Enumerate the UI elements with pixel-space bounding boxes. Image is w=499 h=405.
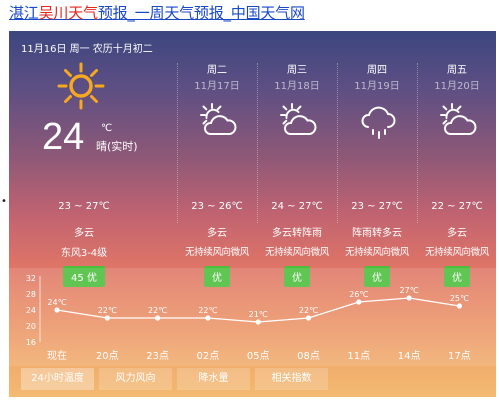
y-tick-label: 24	[26, 306, 36, 315]
day-wind: 无持续风向微风	[345, 247, 409, 258]
temperature-point	[356, 299, 362, 305]
x-tick-label: 14点	[398, 350, 421, 362]
today-panel: 24 ℃ 晴(实时) 23 ~ 27℃ 多云 东风3-4级 45 优	[9, 61, 159, 291]
temperature-unit: ℃	[101, 123, 113, 134]
day-temp-range: 23 ~ 26℃	[191, 201, 243, 212]
x-tick-label: 23点	[146, 350, 169, 362]
temperature-data-label: 26℃	[349, 290, 368, 299]
forecast-day-tue[interactable]: 周二 11月17日 23 ~ 26℃ 多云 无持续风向微风 优	[177, 61, 257, 287]
realtime-condition: 晴(实时)	[96, 140, 138, 153]
temperature-data-label: 21℃	[249, 310, 268, 319]
y-tick-label: 16	[26, 338, 36, 347]
x-tick-label: 05点	[247, 350, 270, 362]
partly-cloudy-icon	[200, 103, 237, 136]
x-tick-label: 08点	[297, 350, 320, 362]
day-wind: 无持续风向微风	[265, 247, 329, 258]
forecast-day-fri[interactable]: 周五 11月20日 22 ~ 27℃ 多云 无持续风向微风 优	[417, 61, 496, 287]
temperature-point	[205, 315, 211, 321]
day-wind: 无持续风向微风	[185, 247, 249, 258]
day-temp-range: 22 ~ 27℃	[431, 201, 483, 212]
temperature-point	[406, 295, 412, 301]
day-wind: 无持续风向微风	[425, 247, 489, 258]
day-date: 11月17日	[194, 81, 240, 92]
partly-cloudy-icon	[280, 103, 317, 136]
temperature-data-label: 22℃	[148, 306, 167, 315]
weather-card: 11月16日 周一 农历十月初二 24 ℃ 晴(实时) 23 ~ 27℃ 多云 …	[9, 31, 496, 397]
title-rest: 预报_一周天气预报_中国天气网	[97, 4, 305, 22]
day-name: 周四	[367, 65, 387, 76]
hourly-temperature-chart: 32 28 24 20 16 24℃ 现在 22℃ 20点 22℃ 23点 22℃ 02点 21℃ 05点 2…	[26, 274, 471, 362]
temperature-point	[54, 307, 60, 313]
day-condition: 阵雨转多云	[352, 228, 402, 239]
day-temp-range: 24 ~ 27℃	[271, 201, 323, 212]
temperature-data-label: 22℃	[98, 306, 117, 315]
partly-cloudy-icon	[440, 103, 477, 136]
day-condition: 多云	[447, 228, 467, 239]
y-tick-label: 28	[26, 290, 36, 299]
day-condition: 多云	[207, 228, 227, 239]
day-date: 11月20日	[434, 81, 480, 92]
x-tick-label: 02点	[197, 350, 220, 362]
day-temp-range: 23 ~ 27℃	[351, 201, 403, 212]
day-name: 周三	[287, 65, 307, 76]
rain-cloud-icon	[361, 106, 396, 139]
date-line: 11月16日 周一 农历十月初二	[21, 44, 153, 55]
current-temperature: 24	[42, 116, 85, 158]
day-condition: 多云转阵雨	[272, 228, 322, 239]
temperature-point	[456, 303, 462, 309]
temperature-point	[155, 315, 161, 321]
y-tick-label: 32	[26, 274, 36, 283]
x-tick-label: 11点	[347, 350, 370, 362]
today-temp-range: 23 ~ 27℃	[58, 201, 110, 212]
tab-related-index[interactable]: 相关指数	[255, 368, 328, 390]
day-name: 周五	[447, 65, 467, 76]
today-wind: 东风3-4级	[60, 248, 108, 259]
temperature-data-label: 22℃	[198, 306, 217, 315]
temperature-data-label: 24℃	[47, 298, 66, 307]
y-tick-label: 20	[26, 322, 36, 331]
temperature-data-label: 25℃	[450, 294, 469, 303]
tab-wind[interactable]: 风力风向	[99, 368, 172, 390]
list-bullet: •	[1, 196, 7, 207]
tab-precipitation[interactable]: 降水量	[177, 368, 250, 390]
forecast-day-wed[interactable]: 周三 11月18日 24 ~ 27℃ 多云转阵雨 无持续风向微风 优	[257, 61, 337, 287]
x-tick-label: 20点	[96, 350, 119, 362]
temperature-point	[104, 315, 110, 321]
forecast-day-thu[interactable]: 周四 11月19日 23 ~ 27℃ 阵雨转多云 无持续风向微风 优	[337, 61, 417, 287]
x-tick-label: 17点	[448, 350, 471, 362]
temperature-point	[305, 315, 312, 321]
day-name: 周二	[207, 65, 227, 76]
title-highlight: 吴川天气	[38, 4, 98, 22]
page-title-link[interactable]: 湛江吴川天气预报_一周天气预报_中国天气网	[9, 2, 305, 23]
today-condition: 多云	[74, 228, 94, 239]
title-prefix: 湛江	[9, 4, 39, 22]
temperature-point	[255, 319, 261, 325]
day-date: 11月18日	[274, 81, 320, 92]
hourly-temperature-chart-area: 32 28 24 20 16 24℃ 现在 22℃ 20点 22℃ 23点 22℃ 02点 21℃ 05点 2…	[9, 268, 496, 366]
tab-24h-temperature[interactable]: 24小时温度	[21, 368, 94, 390]
temperature-data-label: 27℃	[400, 286, 419, 295]
day-date: 11月19日	[354, 81, 400, 92]
sun-icon	[57, 62, 105, 110]
temperature-data-label: 22℃	[299, 306, 318, 315]
x-tick-label: 现在	[47, 350, 67, 362]
